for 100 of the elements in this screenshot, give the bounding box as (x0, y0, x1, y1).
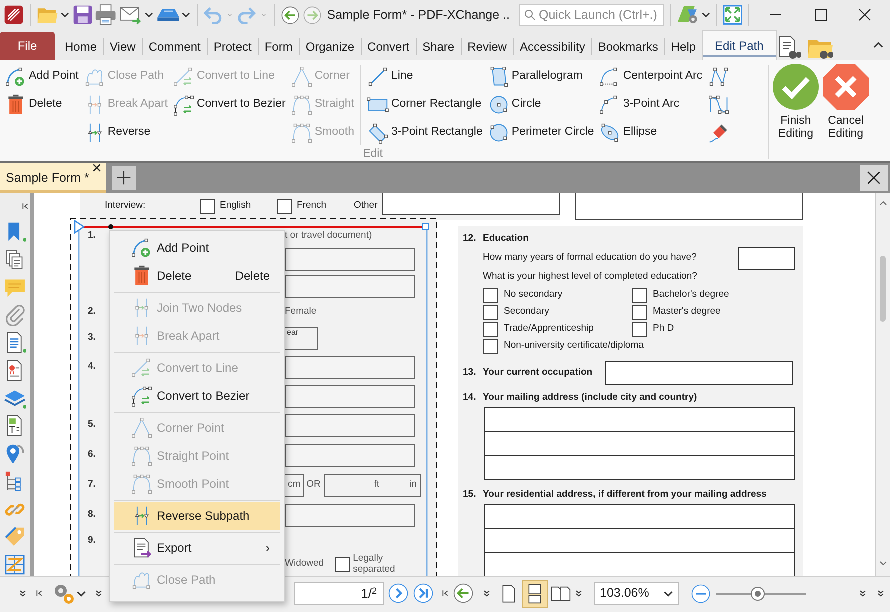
menu-tab[interactable]: Protect (208, 33, 258, 60)
next-page-icon[interactable] (388, 583, 409, 604)
collapse-icon[interactable] (442, 589, 449, 598)
checkbox[interactable] (632, 322, 647, 337)
document-tab[interactable]: Sample Form * (0, 163, 106, 193)
tool-button[interactable]: Corner Rectangle (366, 91, 484, 119)
back-icon[interactable] (281, 4, 300, 26)
tool-button[interactable]: Delete (4, 91, 80, 119)
search-field[interactable]: Quick Launch (Ctrl+.) (518, 4, 664, 26)
checkbox[interactable] (277, 199, 292, 214)
caret-icon[interactable] (144, 12, 153, 18)
input-field[interactable] (382, 193, 560, 215)
checkbox[interactable] (632, 305, 647, 320)
menu-item[interactable]: Reverse Subpath (114, 502, 280, 530)
file-menu-button[interactable]: File (0, 32, 55, 60)
caret-icon[interactable] (702, 12, 710, 18)
scroll-thumb[interactable] (880, 256, 886, 322)
caret-icon[interactable] (77, 590, 86, 596)
input-field[interactable] (485, 456, 794, 480)
input-field[interactable] (485, 553, 794, 576)
menu-tab[interactable]: Organize (300, 33, 361, 60)
wave-path-icon[interactable] (708, 94, 730, 116)
caret-icon[interactable] (182, 12, 191, 18)
menu-tab[interactable]: Share (416, 33, 461, 60)
close-icon[interactable] (859, 9, 872, 21)
menu-item[interactable]: Delete Delete (114, 262, 280, 290)
tool-button[interactable]: 3-Point Rectangle (366, 119, 484, 147)
tool-button[interactable]: Parallelogram (486, 63, 596, 91)
menu-item[interactable]: Export › (114, 534, 280, 562)
menu-tab[interactable]: Accessibility (514, 33, 592, 60)
slider-thumb[interactable] (751, 586, 766, 600)
zigzag-path-icon[interactable] (708, 66, 730, 88)
pen-icon[interactable] (708, 122, 730, 144)
tool-button[interactable]: Add Point (4, 63, 80, 91)
maximize-icon[interactable] (814, 9, 827, 21)
checkbox[interactable] (483, 305, 498, 320)
checkbox[interactable] (483, 339, 498, 354)
menu-tab[interactable]: Bookmarks (592, 33, 664, 60)
collapse-icon[interactable] (36, 589, 43, 598)
menu-tab[interactable]: Help (665, 33, 702, 60)
caret-icon[interactable] (61, 12, 70, 18)
input-field[interactable] (575, 193, 803, 220)
collapse-icon[interactable] (22, 202, 29, 212)
tool-button[interactable]: Convert to Bezier (172, 91, 287, 119)
input-field[interactable] (285, 444, 415, 467)
page-field[interactable]: 1/$^{2}$ (294, 582, 384, 605)
input-field[interactable] (738, 246, 795, 270)
input-field[interactable] (485, 432, 794, 456)
node-point[interactable] (108, 224, 114, 230)
layout-button[interactable] (522, 580, 548, 608)
tool-button[interactable]: Perimeter Circle (486, 119, 596, 147)
start-node-icon[interactable] (74, 220, 86, 234)
document-search-icon[interactable] (776, 36, 801, 60)
tool-button[interactable]: Ellipse (598, 119, 704, 147)
last-page-icon[interactable] (413, 583, 434, 604)
action-button[interactable]: Cancel Editing (821, 63, 871, 161)
print-icon[interactable] (95, 4, 118, 26)
input-field[interactable] (285, 356, 415, 379)
zoom-dropdown[interactable]: 103.06% (594, 582, 679, 605)
input-field[interactable] (485, 505, 794, 529)
menu-tab[interactable]: Home (59, 33, 104, 60)
tool-button[interactable]: Reverse (82, 119, 169, 147)
location-pin-icon[interactable] (4, 443, 26, 465)
menu-tab[interactable]: Comment (142, 33, 207, 60)
back-icon[interactable] (453, 583, 474, 604)
zoom-out-icon[interactable] (691, 584, 711, 604)
menu-tab[interactable]: View (104, 33, 142, 60)
tool-button[interactable]: 3-Point Arc (598, 91, 704, 119)
action-button[interactable]: Finish Editing (771, 63, 821, 161)
paperclip-icon[interactable] (4, 304, 26, 326)
input-field[interactable]: ft in (324, 474, 421, 497)
menu-item[interactable]: Convert to Bezier (114, 382, 280, 410)
tool-button[interactable]: Centerpoint Arc (598, 63, 704, 91)
checkbox[interactable] (483, 322, 498, 337)
tag-icon[interactable] (4, 526, 26, 548)
menu-tab[interactable]: Edit Path (702, 30, 777, 60)
checkbox[interactable] (632, 288, 647, 303)
tool-button[interactable]: Line (366, 63, 484, 91)
checkbox[interactable] (200, 199, 215, 214)
input-field[interactable] (285, 504, 415, 526)
checkbox[interactable] (335, 556, 350, 572)
input-field[interactable] (285, 385, 415, 408)
close-icon[interactable] (93, 164, 101, 172)
menu-tab[interactable]: Form (258, 33, 299, 60)
node-handle[interactable] (422, 224, 430, 230)
tool-button[interactable]: Circle (486, 91, 596, 119)
scroll-up-icon[interactable] (878, 199, 888, 208)
menu-item[interactable]: Add Point (114, 234, 280, 262)
input-field[interactable] (285, 248, 415, 270)
close-document-button[interactable] (860, 165, 888, 191)
input-field[interactable] (285, 414, 415, 437)
grid-icon[interactable] (4, 554, 26, 576)
scroll-down-icon[interactable] (878, 559, 888, 568)
input-field[interactable] (285, 274, 415, 298)
menu-tab[interactable]: Review (462, 33, 513, 60)
menu-tab[interactable]: Convert (362, 33, 416, 60)
input-field[interactable] (485, 408, 794, 432)
checkbox[interactable] (483, 288, 498, 303)
input-field[interactable] (605, 361, 793, 385)
app-logo-icon[interactable] (4, 4, 24, 26)
